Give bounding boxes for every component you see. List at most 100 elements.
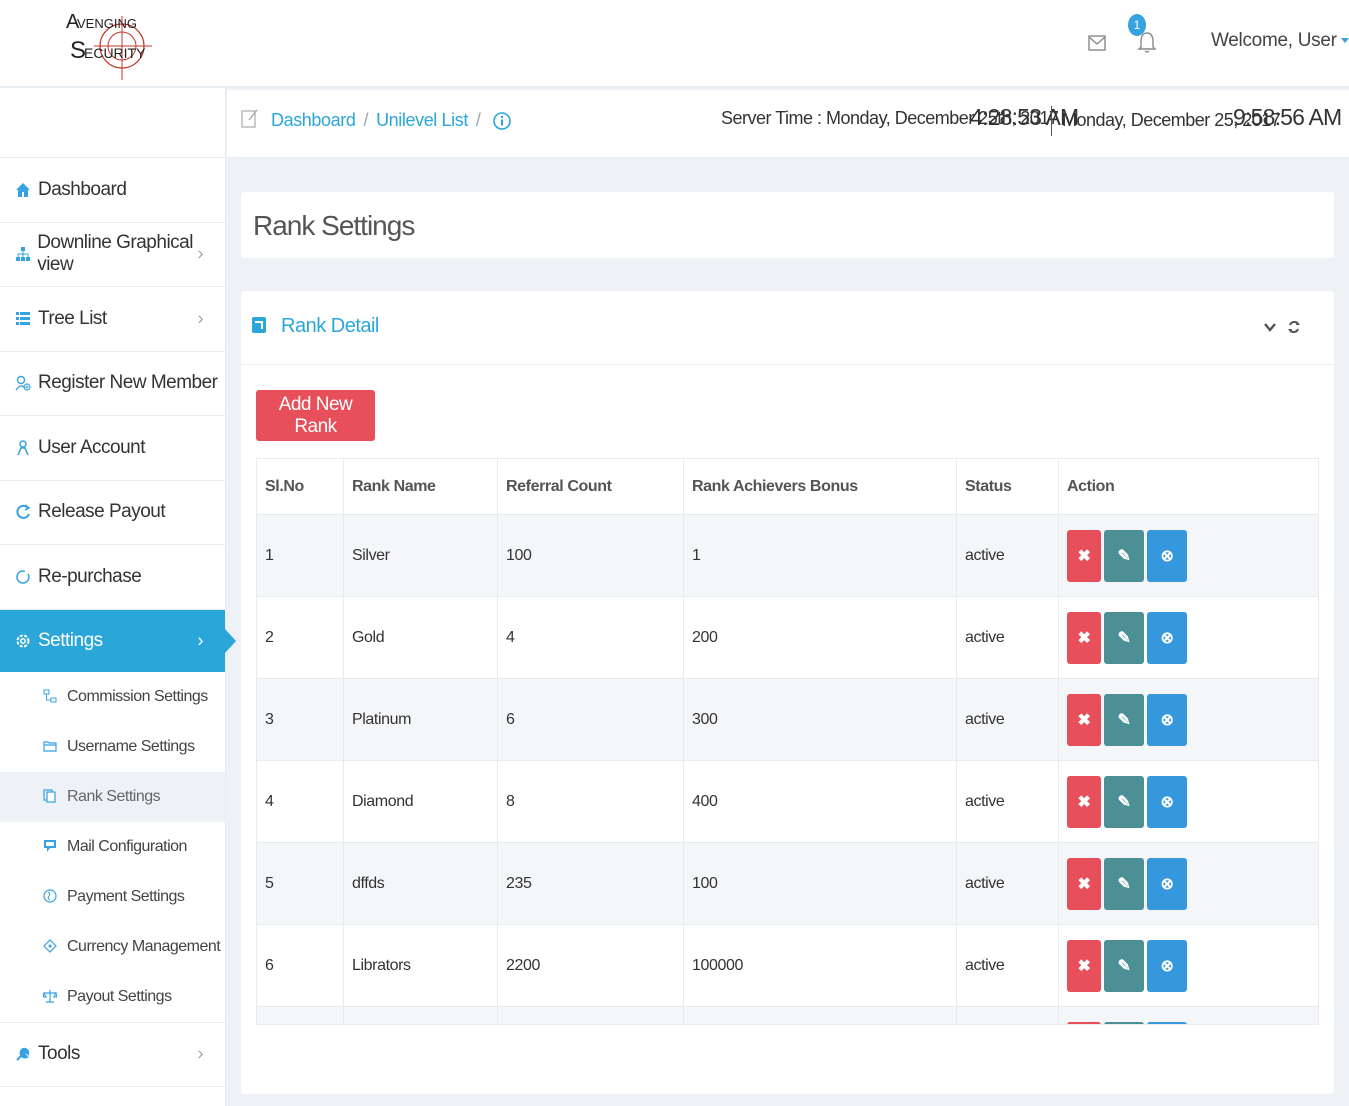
sidebar-item-dashboard[interactable]: Dashboard [0,158,225,223]
notification-badge[interactable]: 1 [1128,14,1146,36]
row-actions: ✖ ✎ ⊗ [1067,611,1310,664]
cell-rank-achievers-bonus: 400 [683,760,957,843]
balance-icon [43,989,59,1005]
cell-rank-achievers-bonus: 300 [683,678,957,761]
delete-button[interactable]: ✖ [1067,693,1101,746]
cell-slno: 3 [256,678,344,761]
cell-slno: 2 [256,596,344,679]
submenu-item-payment-settings[interactable]: Payment Settings [0,872,225,922]
delete-button[interactable]: ✖ [1067,611,1101,664]
delete-button[interactable]: ✖ [1067,775,1101,828]
page-title: Rank Settings [253,210,415,241]
sidebar-item-register-new-member[interactable]: Register New Member [0,352,225,416]
sidebar-item-tools[interactable]: Tools › [0,1023,225,1087]
view-button[interactable]: ⊗ [1147,939,1187,992]
portlet-header: Rank Detail [241,291,1334,365]
logo-target-icon: A VENGING S ECURITY [66,11,152,80]
chevron-down-icon[interactable] [1263,321,1277,333]
breadcrumb-link-unilevel-list[interactable]: Unilevel List [376,110,468,131]
cell-action: ✖ ✎ ⊗ [1058,842,1319,925]
cell-referral-count: 6 [497,678,684,761]
submenu-item-label: Currency Management [67,937,221,955]
view-button[interactable]: ⊗ [1147,611,1187,664]
cell-slno [256,1006,344,1024]
table-header-row: Sl.No Rank Name Referral Count Rank Achi… [256,458,1319,515]
submenu-item-commission-settings[interactable]: Commission Settings [0,672,225,722]
submenu-item-mail-configuration[interactable]: Mail Configuration [0,822,225,872]
view-icon: ⊗ [1160,793,1174,811]
chevron-right-icon: › [197,243,204,264]
cell-rank-name: Gold [343,596,498,679]
mail-icon[interactable] [1087,33,1107,53]
reload-icon[interactable] [1287,319,1301,335]
delete-button[interactable]: ✖ [1067,1021,1101,1024]
clock-divider [1051,106,1052,136]
view-button[interactable]: ⊗ [1147,693,1187,746]
cell-status: active [956,514,1059,597]
submenu-item-label: Rank Settings [67,787,161,805]
row-actions: ✖ ✎ ⊗ [1067,775,1310,828]
add-new-rank-button[interactable]: Add New Rank [256,390,375,441]
row-actions: ✖ ✎ ⊗ [1067,693,1310,746]
gear-icon [14,632,32,650]
submenu-item-currency-management[interactable]: Currency Management [0,922,225,972]
info-icon[interactable] [492,111,511,130]
delete-icon: ✖ [1077,711,1091,729]
logo-line-2: ECURITY [84,45,146,61]
submenu-item-username-settings[interactable]: Username Settings [0,722,225,772]
cell-rank-achievers-bonus: 100 [683,842,957,925]
sidebar-item-re-purchase[interactable]: Re-purchase [0,545,225,610]
local-clock: 9:58:56 AM [1233,104,1342,130]
rank-detail-portlet: Rank Detail Add New Rank Sl.No Rank Name… [241,291,1334,1094]
sidebar-item-downline-graphical-view[interactable]: Downline Graphical view › [0,223,225,287]
view-button[interactable]: ⊗ [1147,1021,1187,1024]
edit-button[interactable]: ✎ [1104,857,1144,910]
submenu-item-payout-settings[interactable]: Payout Settings [0,972,225,1022]
sidebar-item-release-payout[interactable]: Release Payout [0,481,225,545]
delete-icon: ✖ [1077,875,1091,893]
breadcrumb-link-dashboard[interactable]: Dashboard [271,110,356,131]
sidebar-item-tree-list[interactable]: Tree List › [0,287,225,352]
globe-icon [43,888,59,905]
sidebar-item-settings[interactable]: Settings › [0,609,225,672]
sidebar-item-user-account[interactable]: User Account [0,416,225,481]
edit-button[interactable]: ✎ [1104,939,1144,992]
user-menu[interactable]: Welcome, User [1211,30,1349,52]
sidebar-item-label: Re-purchase [38,565,142,587]
row-actions: ✖ ✎ ⊗ [1067,529,1310,582]
brand-logo[interactable]: A VENGING S ECURITY [64,6,154,82]
delete-button[interactable]: ✖ [1067,857,1101,910]
sidebar-item-label: Release Payout [38,501,166,523]
edit-button[interactable]: ✎ [1104,529,1144,582]
submenu-item-label: Commission Settings [67,687,208,705]
rank-table-container[interactable]: Sl.No Rank Name Referral Count Rank Achi… [256,458,1319,1025]
cell-rank-name: dffds [343,842,498,925]
portlet-title: Rank Detail [281,315,379,337]
view-button[interactable]: ⊗ [1147,857,1187,910]
cell-status [956,1006,1059,1024]
refresh-icon [14,503,32,521]
sidebar-item-label: User Account [38,436,146,458]
edit-button[interactable]: ✎ [1104,1021,1144,1024]
cell-rank-name: Diamond [343,760,498,843]
home-icon [14,181,32,199]
edit-button[interactable]: ✎ [1104,611,1144,664]
user-add-icon [14,374,32,392]
view-button[interactable]: ⊗ [1147,529,1187,582]
view-button[interactable]: ⊗ [1147,775,1187,828]
cell-rank-name: Silver [343,514,498,597]
cell-status: active [956,678,1059,761]
delete-button[interactable]: ✖ [1067,939,1101,992]
edit-icon: ✎ [1117,875,1131,893]
page-title-card: Rank Settings [241,192,1334,258]
cell-status: active [956,760,1059,843]
submenu-item-rank-settings[interactable]: Rank Settings [0,771,225,822]
delete-button[interactable]: ✖ [1067,529,1101,582]
column-header-slno: Sl.No [256,458,344,515]
table-row: 1 Silver 100 1 active ✖ ✎ ⊗ [256,514,1319,597]
edit-button[interactable]: ✎ [1104,693,1144,746]
sidebar-item-label: Dashboard [38,178,127,200]
network-icon [43,689,59,705]
cell-slno: 4 [256,760,344,843]
edit-button[interactable]: ✎ [1104,775,1144,828]
